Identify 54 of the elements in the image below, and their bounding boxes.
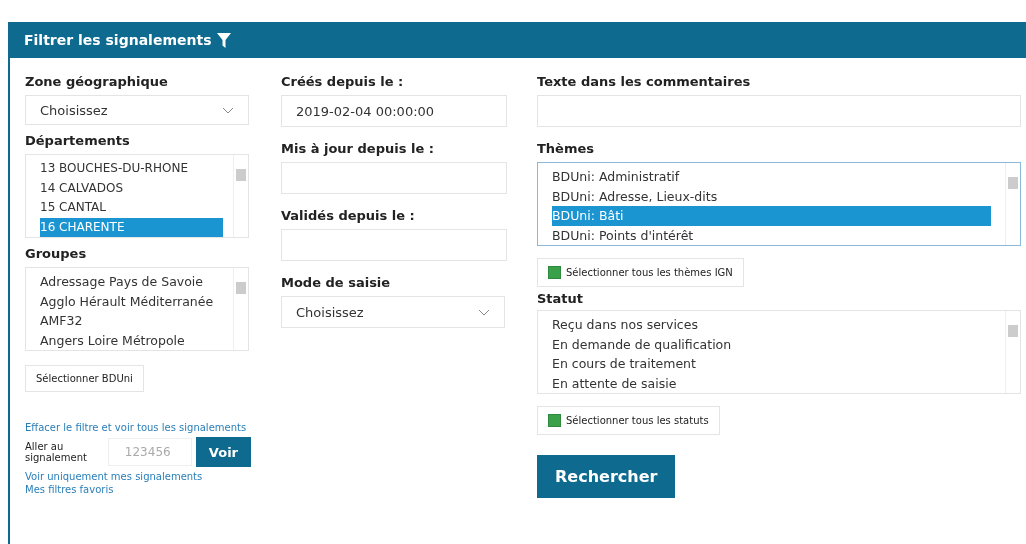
comment-field[interactable] xyxy=(537,95,1021,127)
mode-select[interactable]: Choisissez xyxy=(281,296,505,328)
scrollbar[interactable] xyxy=(233,268,248,350)
clear-filter-link[interactable]: Effacer le filtre et voir tous les signalements xyxy=(25,422,247,433)
scrollbar[interactable] xyxy=(233,155,248,237)
checkbox[interactable] xyxy=(548,414,561,427)
panel-title: Filtrer les signalements xyxy=(24,32,212,48)
report-number-field[interactable]: 123456 xyxy=(107,438,192,466)
scrollbar[interactable] xyxy=(1005,163,1020,245)
field-label: Créés depuis le : xyxy=(281,74,404,89)
select-bduni-button[interactable]: Sélectionner BDUni xyxy=(25,365,144,392)
field-label: Zone géographique xyxy=(25,74,168,89)
list-option[interactable]: BDUni: Adresse, Lieux-dits xyxy=(552,186,991,206)
select-all-statuts-button[interactable]: Sélectionner tous les statuts xyxy=(537,406,720,435)
list-option[interactable]: BDUni: Administratif xyxy=(552,167,991,187)
date-field[interactable]: 2019-02-04 00:00:00 xyxy=(281,95,507,127)
list-option[interactable]: 15 CANTAL xyxy=(40,198,223,218)
zone-select[interactable]: Choisissez xyxy=(25,95,249,125)
search-button[interactable]: Rechercher xyxy=(537,455,676,498)
date-field[interactable] xyxy=(281,162,507,194)
list-option[interactable]: Angers Loire Métropole xyxy=(40,330,223,350)
field-label: Groupes xyxy=(25,246,87,261)
field-label: Mode de saisie xyxy=(281,275,391,290)
list-option[interactable]: Reçu dans nos services xyxy=(552,315,991,335)
filter-icon xyxy=(217,32,232,48)
goto-label: Aller au signalement xyxy=(25,441,88,463)
list-option[interactable]: En demande de qualification xyxy=(552,334,991,354)
list-option[interactable]: En attente de saisie xyxy=(552,373,991,393)
select-all-themes-button[interactable]: Sélectionner tous les thèmes IGN xyxy=(537,258,744,287)
list-option[interactable]: AMF32 xyxy=(40,311,223,331)
field-label: Mis à jour depuis le : xyxy=(281,141,434,156)
field-label: Validés depuis le : xyxy=(281,208,415,223)
scrollbar[interactable] xyxy=(1005,311,1020,393)
list-option[interactable]: Adressage Pays de Savoie xyxy=(40,272,223,292)
list-option[interactable]: En cours de traitement xyxy=(552,354,991,374)
list-option[interactable]: 14 CALVADOS xyxy=(40,178,223,198)
list-option[interactable]: 13 BOUCHES-DU-RHONE xyxy=(40,159,223,179)
departements-list[interactable]: 13 BOUCHES-DU-RHONE 14 CALVADOS 15 CANTAL 16 CHARENTE xyxy=(25,154,249,238)
list-option[interactable]: Agglo Hérault Méditerranée xyxy=(40,291,223,311)
field-label: Texte dans les commentaires xyxy=(537,74,751,89)
filter-link[interactable]: Mes filtres favoris xyxy=(25,484,114,495)
list-option[interactable]: BDUni: Points d'intérêt xyxy=(552,225,991,245)
groupes-list[interactable]: Adressage Pays de Savoie Agglo Hérault Méditerranée AMF32 Angers Loire Métropole xyxy=(25,267,249,351)
field-label: Départements xyxy=(25,133,130,148)
date-field[interactable] xyxy=(281,229,507,261)
chevron-down-icon xyxy=(478,308,490,316)
chevron-down-icon xyxy=(222,106,234,114)
checkbox[interactable] xyxy=(548,266,561,279)
field-label: Statut xyxy=(537,291,584,306)
field-label: Thèmes xyxy=(537,141,595,156)
themes-list[interactable]: BDUni: Administratif BDUni: Adresse, Lieux-dits BDUni: Bâti BDUni: Points d'intérêt xyxy=(537,162,1021,246)
statut-list[interactable]: Reçu dans nos services En demande de qualification En cours de traitement En attente de saisie xyxy=(537,310,1021,394)
voir-button[interactable]: Voir xyxy=(195,437,251,467)
filter-link[interactable]: Voir uniquement mes signalements xyxy=(25,471,203,482)
